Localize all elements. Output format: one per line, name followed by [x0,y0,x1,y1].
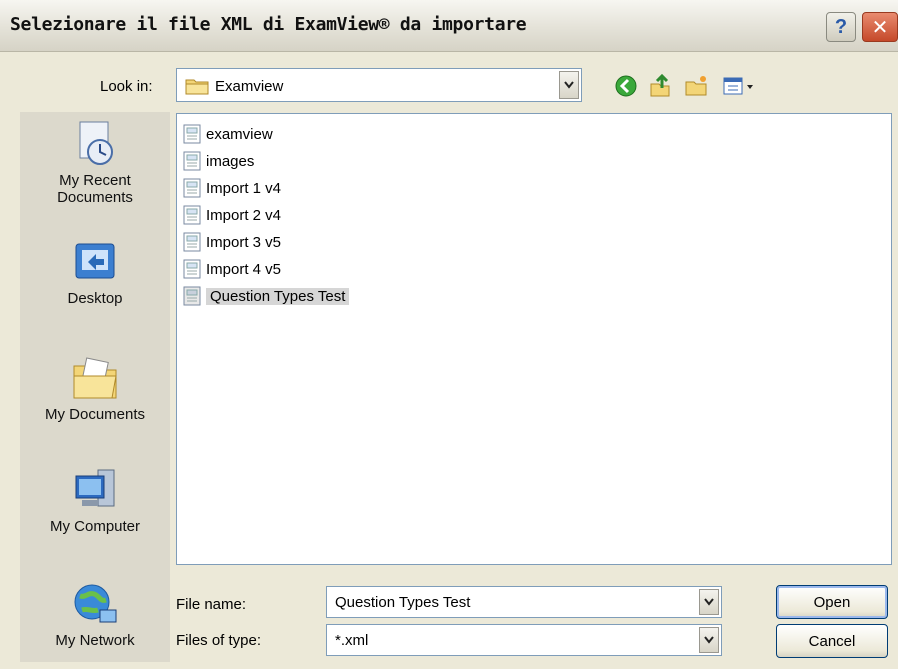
xml-file-icon [183,232,201,252]
title-bar[interactable]: Selezionare il file XML di ExamView® da … [0,0,898,52]
file-name: Import 1 v4 [206,179,282,197]
file-item-images[interactable]: images [182,149,254,173]
xml-file-icon [183,259,201,279]
place-label: My Network [55,632,135,649]
file-name-label: File name: [176,596,247,613]
places-bar: My Recent Documents Desktop My Documents [20,112,170,662]
file-name: examview [206,125,273,143]
folder-icon [185,79,209,95]
place-label: Desktop [67,290,123,307]
views-menu-icon[interactable] [722,74,756,98]
file-item-import-2-v4[interactable]: Import 2 v4 [182,203,281,227]
file-name: Import 2 v4 [206,206,282,224]
place-desktop[interactable]: Desktop [20,240,170,307]
my-documents-icon [73,357,117,399]
my-computer-icon [75,469,115,507]
new-folder-icon[interactable] [684,74,708,98]
look-in-value: Examview [215,78,284,95]
place-my-recent-documents[interactable]: My Recent Documents [20,120,170,206]
desktop-icon [75,243,115,279]
cancel-button[interactable]: Cancel [776,624,888,658]
my-network-icon [74,584,117,623]
back-icon[interactable] [614,74,638,98]
file-name-value: Question Types Test [335,594,471,611]
chevron-down-icon [564,81,574,89]
file-type-label: Files of type: [176,632,262,649]
recent-documents-icon [79,121,113,165]
place-label: My Recent Documents [57,172,133,206]
file-open-dialog: Selezionare il file XML di ExamView® da … [0,0,898,669]
xml-file-icon [183,178,201,198]
close-button[interactable]: ✕ [862,12,898,42]
file-type-value: *.xml [335,632,369,649]
file-list[interactable]: examview images Import 1 v4 Import 2 v4 … [176,113,892,565]
file-item-examview[interactable]: examview [182,122,273,146]
place-label: My Computer [49,518,141,535]
look-in-label: Look in: [100,78,153,95]
place-my-computer[interactable]: My Computer [20,466,170,535]
look-in-dropdown-button[interactable] [559,71,579,99]
place-my-documents[interactable]: My Documents [20,356,170,423]
file-item-import-1-v4[interactable]: Import 1 v4 [182,176,281,200]
file-name: Import 3 v5 [206,233,282,251]
window-title: Selezionare il file XML di ExamView® da … [10,14,527,35]
xml-file-icon [183,205,201,225]
file-name-input[interactable]: Question Types Test [326,586,722,618]
file-item-import-3-v5[interactable]: Import 3 v5 [182,230,281,254]
place-label: My Documents [44,406,146,423]
file-type-select[interactable]: *.xml [326,624,722,656]
file-name-dropdown-button[interactable] [699,589,719,615]
file-name: Import 4 v5 [206,260,282,278]
file-name: Question Types Test [206,287,350,305]
file-item-import-4-v5[interactable]: Import 4 v5 [182,257,281,281]
chevron-down-icon [704,598,714,606]
file-name: images [206,152,255,170]
help-button[interactable]: ? [826,12,856,42]
look-in-dropdown[interactable]: Examview [176,68,582,102]
xml-file-icon [183,124,201,144]
open-button[interactable]: Open [776,585,888,619]
xml-file-icon [183,286,201,306]
file-type-dropdown-button[interactable] [699,627,719,653]
chevron-down-icon [704,636,714,644]
file-item-question-types-test[interactable]: Question Types Test [182,284,350,308]
xml-file-icon [183,151,201,171]
place-my-network[interactable]: My Network [20,580,170,649]
up-folder-icon[interactable] [648,74,672,98]
